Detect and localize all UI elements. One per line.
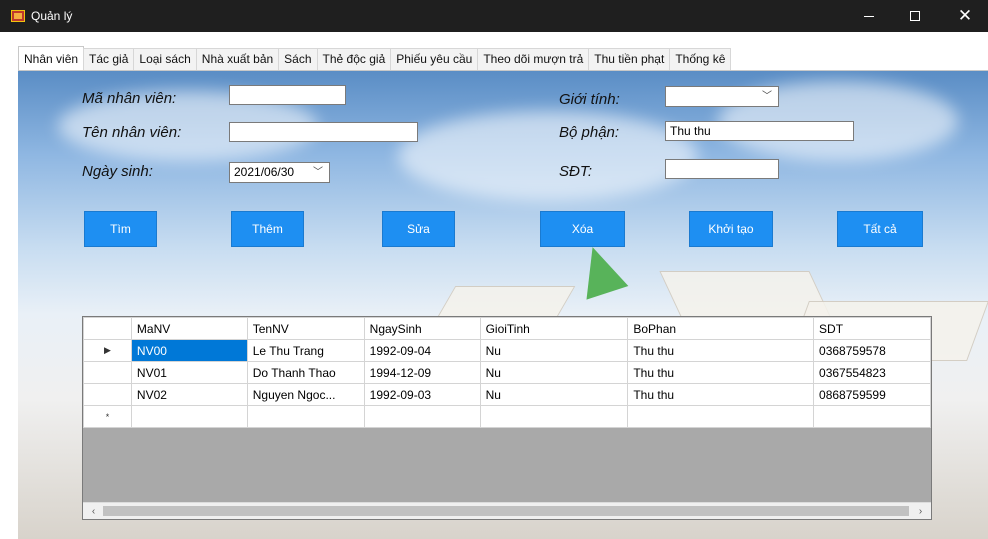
- close-icon: ✕: [957, 6, 973, 25]
- khoi-tao-button[interactable]: Khởi tạo: [689, 211, 773, 247]
- xoa-button[interactable]: Xóa: [540, 211, 625, 247]
- column-header-gioitinh[interactable]: GioiTinh: [479, 317, 629, 340]
- tab-tac-gia[interactable]: Tác giả: [83, 48, 135, 70]
- tab-theo-doi-muon-tra[interactable]: Theo dõi mượn trả: [477, 48, 590, 70]
- window-title: Quản lý: [31, 9, 73, 23]
- grid-cell[interactable]: [130, 405, 248, 428]
- background-cloud: [398, 111, 698, 201]
- tat-ca-button[interactable]: Tất cả: [837, 211, 923, 247]
- grid-table: MaNV TenNV NgaySinh GioiTinh BoPhan SDT …: [83, 317, 931, 428]
- grid-cell[interactable]: Thu thu: [627, 339, 815, 362]
- grid-cell[interactable]: 1992-09-03: [363, 383, 481, 406]
- grid-cell[interactable]: [363, 405, 481, 428]
- grid-cell[interactable]: NV01: [130, 361, 248, 384]
- table-row[interactable]: NV02 Nguyen Ngoc... 1992-09-03 Nu Thu th…: [83, 383, 931, 406]
- horizontal-scrollbar[interactable]: ‹ ›: [83, 502, 931, 519]
- new-row[interactable]: *: [83, 405, 931, 428]
- title-bar: Quản lý ✕: [0, 0, 988, 32]
- tab-phieu-yeu-cau[interactable]: Phiếu yêu cầu: [390, 48, 479, 70]
- column-header-ngaysinh[interactable]: NgaySinh: [363, 317, 481, 340]
- grid-cell[interactable]: [479, 405, 629, 428]
- grid-cell[interactable]: Le Thu Trang: [246, 339, 365, 362]
- table-row[interactable]: ▶ NV00 Le Thu Trang 1992-09-04 Nu Thu th…: [83, 339, 931, 362]
- tab-the-doc-gia[interactable]: Thẻ độc giả: [316, 48, 392, 70]
- column-header-manv[interactable]: MaNV: [130, 317, 248, 340]
- nhan-vien-data-grid[interactable]: MaNV TenNV NgaySinh GioiTinh BoPhan SDT …: [82, 316, 932, 520]
- scroll-left-icon[interactable]: ‹: [85, 503, 102, 519]
- minimize-button[interactable]: [846, 0, 892, 32]
- grid-cell[interactable]: [813, 405, 931, 428]
- grid-cell[interactable]: Nu: [479, 361, 629, 384]
- ma-nhan-vien-input[interactable]: [229, 85, 346, 105]
- grid-cell[interactable]: Nguyen Ngoc...: [246, 383, 365, 406]
- minimize-icon: [864, 15, 874, 17]
- maximize-icon: [910, 11, 920, 21]
- close-button[interactable]: ✕: [942, 0, 988, 32]
- scrollbar-thumb[interactable]: [103, 506, 909, 516]
- grid-header-row: MaNV TenNV NgaySinh GioiTinh BoPhan SDT: [83, 317, 931, 340]
- grid-cell[interactable]: [627, 405, 815, 428]
- grid-cell[interactable]: 0368759578: [813, 339, 931, 362]
- grid-cell[interactable]: 0868759599: [813, 383, 931, 406]
- grid-cell[interactable]: [246, 405, 365, 428]
- grid-cell[interactable]: 1994-12-09: [363, 361, 481, 384]
- sdt-label: SĐT:: [559, 163, 593, 180]
- ngay-sinh-value: 2021/06/30: [234, 165, 295, 179]
- grid-cell[interactable]: Nu: [479, 383, 629, 406]
- maximize-button[interactable]: [892, 0, 938, 32]
- row-header[interactable]: [83, 361, 132, 384]
- table-row[interactable]: NV01 Do Thanh Thao 1994-12-09 Nu Thu thu…: [83, 361, 931, 384]
- gioi-tinh-select[interactable]: ﹀: [665, 86, 779, 107]
- grid-cell[interactable]: Thu thu: [627, 361, 815, 384]
- bo-phan-input[interactable]: Thu thu: [665, 121, 854, 141]
- column-header-sdt[interactable]: SDT: [813, 317, 931, 340]
- them-button[interactable]: Thêm: [231, 211, 304, 247]
- ngay-sinh-label: Ngày sinh:: [82, 163, 153, 180]
- grid-cell[interactable]: Do Thanh Thao: [246, 361, 365, 384]
- row-header[interactable]: [83, 383, 132, 406]
- grid-cell[interactable]: NV02: [130, 383, 248, 406]
- ma-nhan-vien-label: Mã nhân viên:: [82, 90, 177, 107]
- row-header-corner[interactable]: [83, 317, 132, 340]
- chevron-down-icon[interactable]: ﹀: [762, 89, 772, 104]
- ngay-sinh-picker[interactable]: 2021/06/30 ﹀: [229, 162, 330, 183]
- current-row-marker[interactable]: ▶: [83, 339, 132, 362]
- column-header-tennv[interactable]: TenNV: [246, 317, 365, 340]
- ten-nhan-vien-input[interactable]: [229, 122, 418, 142]
- grid-cell[interactable]: 0367554823: [813, 361, 931, 384]
- tab-loai-sach[interactable]: Loại sách: [133, 48, 197, 70]
- tab-nha-xuat-ban[interactable]: Nhà xuất bản: [195, 48, 280, 70]
- tab-nhan-vien[interactable]: Nhân viên: [18, 46, 85, 70]
- tab-bar: Nhân viên Tác giả Loại sách Nhà xuất bản…: [18, 46, 732, 70]
- app-window-icon: [11, 10, 25, 22]
- sdt-input[interactable]: [665, 159, 779, 179]
- new-row-marker[interactable]: *: [83, 405, 132, 428]
- tab-sach[interactable]: Sách: [278, 48, 318, 70]
- grid-cell[interactable]: Thu thu: [627, 383, 815, 406]
- column-header-bophan[interactable]: BoPhan: [627, 317, 815, 340]
- tim-button[interactable]: Tìm: [84, 211, 157, 247]
- bo-phan-label: Bộ phận:: [559, 124, 620, 141]
- grid-cell[interactable]: NV00: [130, 339, 248, 362]
- grid-cell[interactable]: Nu: [479, 339, 629, 362]
- ten-nhan-vien-label: Tên nhân viên:: [82, 124, 182, 141]
- grid-cell[interactable]: 1992-09-04: [363, 339, 481, 362]
- gioi-tinh-label: Giới tính:: [559, 91, 620, 108]
- scroll-right-icon[interactable]: ›: [912, 503, 929, 519]
- background-letter-a: [571, 240, 629, 300]
- tab-thu-tien-phat[interactable]: Thu tiền phạt: [588, 48, 671, 70]
- chevron-down-icon[interactable]: ﹀: [313, 165, 323, 180]
- tab-thong-ke[interactable]: Thống kê: [669, 48, 732, 70]
- sua-button[interactable]: Sửa: [382, 211, 455, 247]
